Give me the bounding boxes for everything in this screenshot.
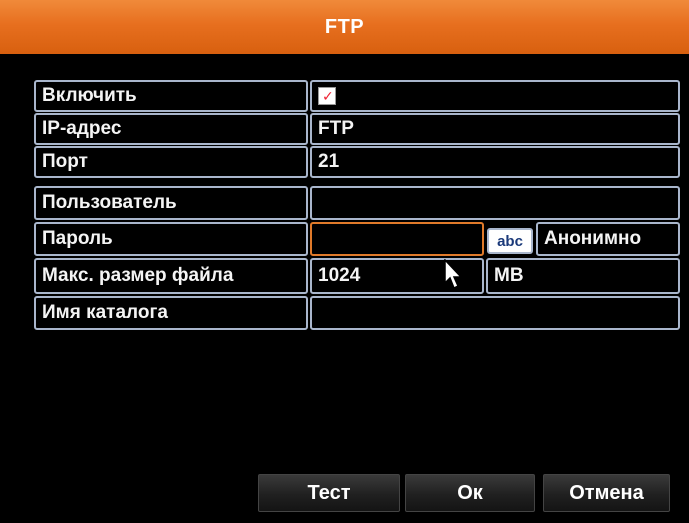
cancel-button[interactable]: Отмена (543, 474, 670, 512)
anonymous-button[interactable]: Анонимно (536, 222, 680, 256)
enable-checkbox-cell[interactable]: ✓ (310, 80, 680, 112)
user-label: Пользователь (34, 186, 308, 220)
ok-button[interactable]: Ок (405, 474, 535, 512)
max-size-label: Макс. размер файла (34, 258, 308, 294)
max-size-unit: MB (486, 258, 680, 294)
password-label: Пароль (34, 222, 308, 256)
dir-label: Имя каталога (34, 296, 308, 330)
test-button[interactable]: Тест (258, 474, 400, 512)
checkbox-checked-icon[interactable]: ✓ (318, 87, 336, 105)
password-field[interactable] (310, 222, 484, 256)
port-field[interactable]: 21 (310, 146, 680, 178)
window-title: FTP (324, 15, 365, 38)
title-bar: FTP (0, 0, 689, 54)
enable-label: Включить (34, 80, 308, 112)
ip-label: IP-адрес (34, 113, 308, 145)
port-label: Порт (34, 146, 308, 178)
dir-field[interactable] (310, 296, 680, 330)
mouse-pointer-icon (444, 259, 463, 290)
keyboard-badge[interactable]: abc (487, 228, 533, 254)
user-field[interactable] (310, 186, 680, 220)
ip-field[interactable]: FTP (310, 113, 680, 145)
